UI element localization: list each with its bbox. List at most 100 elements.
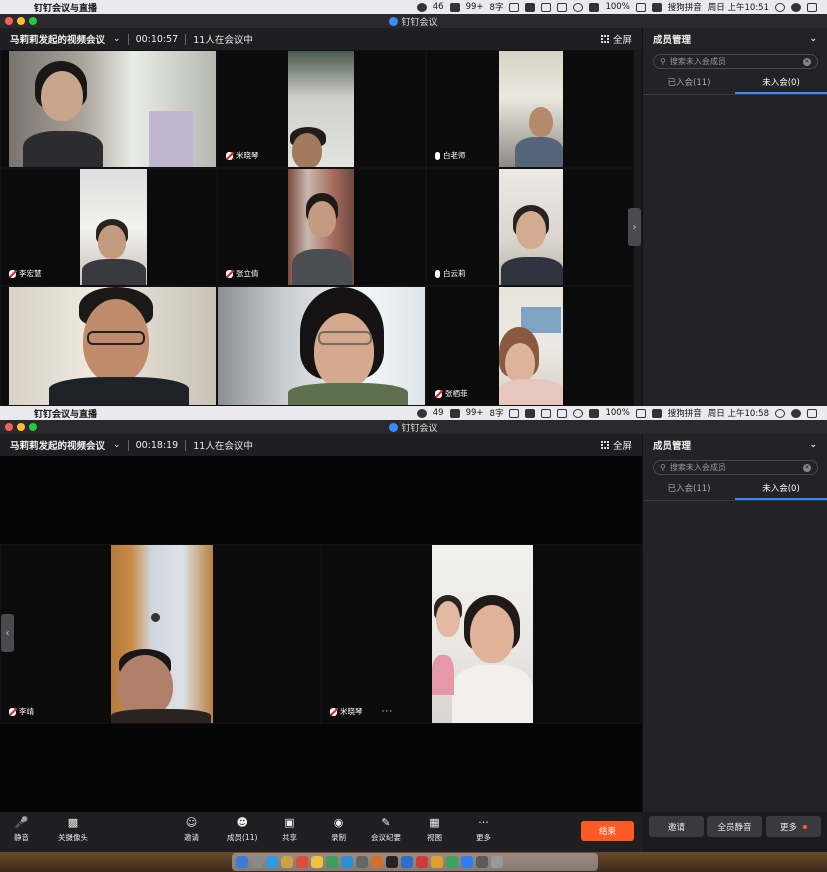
downloads-icon[interactable] xyxy=(476,856,488,868)
grid-icon[interactable] xyxy=(541,408,552,418)
more-button[interactable]: ··· 更多 xyxy=(476,816,491,843)
video-tile[interactable] xyxy=(0,50,217,168)
wechat-icon[interactable] xyxy=(416,408,427,418)
mic-status-icon[interactable] xyxy=(525,408,536,418)
end-meeting-button[interactable]: 结束 xyxy=(581,821,634,841)
tab-joined[interactable]: 已入会(11) xyxy=(643,480,735,500)
menu-clock[interactable]: 周日 上午10:58 xyxy=(708,407,769,419)
app-store-icon[interactable] xyxy=(341,856,353,868)
video-tile[interactable]: 张栖菲 xyxy=(426,286,634,406)
control-center-icon[interactable] xyxy=(807,408,817,418)
video-tile[interactable]: 张立倩 xyxy=(217,168,426,286)
clipboard-icon[interactable] xyxy=(509,408,520,418)
chevron-down-icon[interactable]: ⌄ xyxy=(113,440,121,450)
wps-icon[interactable] xyxy=(416,856,428,868)
calendar-icon[interactable] xyxy=(296,856,308,868)
clipboard-icon[interactable] xyxy=(509,2,520,12)
airplay-icon[interactable] xyxy=(557,2,568,12)
panel-invite-button[interactable]: 邀请 xyxy=(649,816,704,837)
video-tile[interactable]: 米晓琴 xyxy=(217,50,426,168)
volume-icon[interactable] xyxy=(589,408,600,418)
photos-icon[interactable] xyxy=(311,856,323,868)
minimize-window-button[interactable] xyxy=(17,17,25,25)
chrome-icon[interactable] xyxy=(431,856,443,868)
clear-search-icon[interactable]: ✕ xyxy=(803,463,811,472)
maps-icon[interactable] xyxy=(326,856,338,868)
zoom-window-button[interactable] xyxy=(29,17,37,25)
meeting-toolbar: 马莉莉发起的视频会议 ⌄ 00:18:19 11人在会议中 全屏 xyxy=(0,434,642,456)
launchpad-icon[interactable] xyxy=(251,856,263,868)
vscode-icon[interactable] xyxy=(401,856,413,868)
wifi-icon[interactable] xyxy=(573,408,584,418)
dingtalk-icon[interactable] xyxy=(461,856,473,868)
siri-icon[interactable] xyxy=(791,408,801,418)
books-icon[interactable] xyxy=(371,856,383,868)
tab-not-joined[interactable]: 未入会(0) xyxy=(735,74,827,94)
battery-icon[interactable] xyxy=(635,408,646,418)
menu-app-name[interactable]: 钉钉会议与直播 xyxy=(34,1,97,14)
camera-button[interactable]: ▩ 关摄像头 xyxy=(58,816,88,843)
siri-icon[interactable] xyxy=(791,2,801,12)
prev-page-button[interactable]: ‹ xyxy=(1,614,14,652)
zoom-window-button[interactable] xyxy=(29,423,37,431)
tab-not-joined[interactable]: 未入会(0) xyxy=(735,480,827,500)
share-button[interactable]: ▣ 共享 xyxy=(282,816,297,843)
finder-icon[interactable] xyxy=(236,856,248,868)
input-method-label[interactable]: 搜狗拼音 xyxy=(668,407,702,419)
app-status-icon[interactable] xyxy=(449,2,460,12)
wechat-icon[interactable] xyxy=(416,2,427,12)
mute-all-button[interactable]: 全员静音 xyxy=(707,816,762,837)
menu-clock[interactable]: 周日 上午10:51 xyxy=(708,1,769,13)
mic-status-icon[interactable] xyxy=(525,2,536,12)
wifi-icon[interactable] xyxy=(573,2,584,12)
collapse-panel-icon[interactable]: ⌄ xyxy=(809,34,817,44)
meeting-title[interactable]: 马莉莉发起的视频会议 xyxy=(10,32,105,46)
invite-button[interactable]: ☺ 邀请 xyxy=(184,816,199,843)
close-window-button[interactable] xyxy=(5,423,13,431)
battery-icon[interactable] xyxy=(635,2,646,12)
search-icon[interactable] xyxy=(775,2,785,12)
collapse-panel-icon[interactable]: ⌄ xyxy=(809,440,817,450)
tab-joined[interactable]: 已入会(11) xyxy=(643,74,735,94)
app-status-icon[interactable] xyxy=(449,408,460,418)
video-tile[interactable]: 白云莉 xyxy=(426,168,634,286)
close-window-button[interactable] xyxy=(5,17,13,25)
grid-icon[interactable] xyxy=(541,2,552,12)
tile-more-icon[interactable]: ··· xyxy=(382,707,394,717)
video-tile[interactable] xyxy=(217,286,426,406)
input-method-icon[interactable] xyxy=(651,2,662,12)
airplay-icon[interactable] xyxy=(557,408,568,418)
safari-icon[interactable] xyxy=(266,856,278,868)
minimize-window-button[interactable] xyxy=(17,423,25,431)
search-icon[interactable] xyxy=(775,408,785,418)
terminal-icon[interactable] xyxy=(386,856,398,868)
members-button[interactable]: ☻ 成员(11) xyxy=(227,816,257,843)
settings-icon[interactable] xyxy=(356,856,368,868)
minutes-button[interactable]: ✎ 会议纪要 xyxy=(371,816,401,843)
fullscreen-button[interactable]: 全屏 xyxy=(600,32,632,46)
video-tile[interactable]: 李宏慧 xyxy=(0,168,217,286)
record-button[interactable]: ◉ 录制 xyxy=(331,816,346,843)
video-tile[interactable]: 李靖 xyxy=(0,544,321,724)
notes-icon[interactable] xyxy=(281,856,293,868)
volume-icon[interactable] xyxy=(589,2,600,12)
menu-app-name[interactable]: 钉钉会议与直播 xyxy=(34,407,97,420)
mute-button[interactable]: 🎤 静音 xyxy=(14,816,29,843)
meeting-title[interactable]: 马莉莉发起的视频会议 xyxy=(10,438,105,452)
video-tile[interactable] xyxy=(0,286,217,406)
video-tile[interactable]: 米晓琴 ··· xyxy=(321,544,642,724)
trash-icon[interactable] xyxy=(491,856,503,868)
wechat-icon[interactable] xyxy=(446,856,458,868)
chevron-down-icon[interactable]: ⌄ xyxy=(113,34,121,44)
view-button[interactable]: ▦ 视图 xyxy=(427,816,442,843)
clear-search-icon[interactable]: ✕ xyxy=(803,57,811,66)
video-tile[interactable]: 白老师 xyxy=(426,50,634,168)
panel-more-button[interactable]: 更多 xyxy=(766,816,821,837)
next-page-button[interactable]: › xyxy=(628,208,641,246)
control-center-icon[interactable] xyxy=(807,2,817,12)
input-method-label[interactable]: 搜狗拼音 xyxy=(668,1,702,13)
member-search-input[interactable]: ⚲ 搜索未入会成员 ✕ xyxy=(653,460,818,475)
input-method-icon[interactable] xyxy=(651,408,662,418)
fullscreen-button[interactable]: 全屏 xyxy=(600,438,632,452)
member-search-input[interactable]: ⚲ 搜索未入会成员 ✕ xyxy=(653,54,818,69)
